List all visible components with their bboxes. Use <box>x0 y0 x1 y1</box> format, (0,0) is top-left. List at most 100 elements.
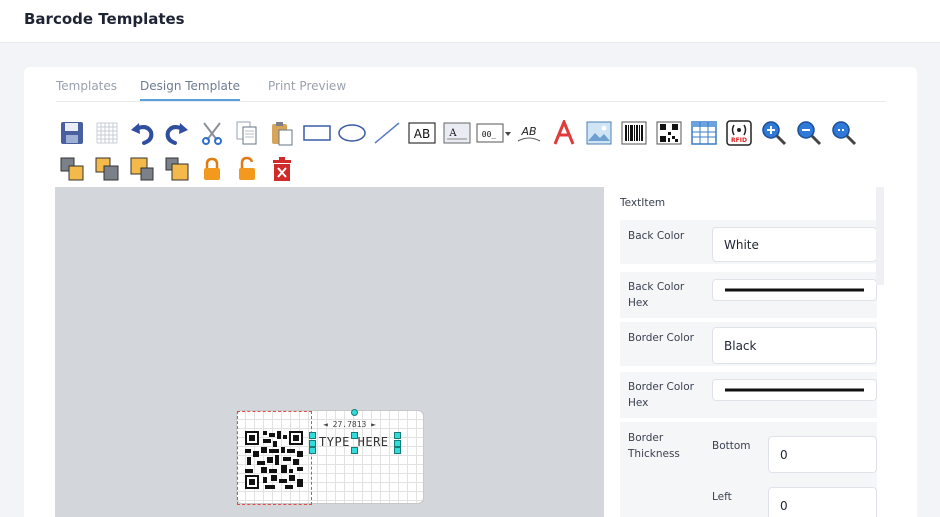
send-to-back-button[interactable] <box>93 155 121 183</box>
copy-button[interactable] <box>233 119 261 147</box>
rfid-tool-button[interactable]: RFID <box>725 119 753 147</box>
delete-icon <box>273 157 291 181</box>
cut-icon <box>202 122 222 145</box>
qrcode-item[interactable] <box>245 431 303 489</box>
bring-forward-icon <box>130 157 154 181</box>
bottom-label: Bottom <box>712 440 751 452</box>
border-color-field[interactable]: Black <box>712 327 877 364</box>
font-tool-button[interactable] <box>550 119 578 147</box>
resize-handle[interactable] <box>394 440 401 447</box>
bring-front-icon <box>60 157 84 181</box>
rotate-handle[interactable] <box>351 409 358 416</box>
resize-handle[interactable] <box>309 440 316 447</box>
zoom-out-icon <box>797 121 822 146</box>
paste-icon <box>272 122 293 146</box>
label-sheet[interactable]: ◄ 27.7813 ► TYPE HERE <box>236 409 424 505</box>
image-icon <box>586 121 612 145</box>
zoom-fit-button[interactable] <box>830 119 858 147</box>
qrcode-tool-button[interactable] <box>655 119 683 147</box>
svg-text:A: A <box>448 128 457 139</box>
curved-text-icon: AB <box>517 125 541 142</box>
line-icon <box>374 122 400 144</box>
border-left-field[interactable]: 0 <box>768 487 877 517</box>
lock-button[interactable] <box>198 155 226 183</box>
back-color-field[interactable]: White <box>712 227 877 262</box>
paste-button[interactable] <box>268 119 296 147</box>
tab-print-preview[interactable]: Print Preview <box>268 79 346 99</box>
border-thickness-label: Border Thickness <box>628 432 680 460</box>
tab-bar: Templates Design Template Print Preview <box>56 77 886 102</box>
back-color-hex-field[interactable] <box>712 279 877 301</box>
tab-templates[interactable]: Templates <box>56 79 117 99</box>
qrcode-icon <box>656 121 682 145</box>
border-color-hex-field[interactable] <box>712 379 877 401</box>
zoom-out-button[interactable] <box>795 119 823 147</box>
undo-icon <box>131 123 154 145</box>
text-box-tool-button[interactable]: AB <box>408 119 436 147</box>
redo-button[interactable] <box>163 119 191 147</box>
properties-scrollbar[interactable] <box>876 187 884 285</box>
resize-handle[interactable] <box>309 447 316 454</box>
cut-button[interactable] <box>198 119 226 147</box>
bring-to-front-button[interactable] <box>58 155 86 183</box>
tab-design-template[interactable]: Design Template <box>140 79 241 101</box>
unlock-icon <box>239 156 255 180</box>
back-color-hex-label: Back Color Hex <box>628 281 685 309</box>
resize-handle[interactable] <box>351 447 358 454</box>
rectangle-tool-button[interactable] <box>303 119 331 147</box>
properties-section-title: TextItem <box>620 197 666 209</box>
back-color-label: Back Color <box>628 230 685 242</box>
prop-border-color-row: Border Color Black <box>620 322 877 366</box>
border-color-label: Border Color <box>628 332 694 344</box>
table-icon <box>691 121 717 145</box>
barcode-tool-button[interactable] <box>620 119 648 147</box>
design-canvas[interactable]: ◄ 27.7813 ► TYPE HERE <box>55 187 604 517</box>
prop-back-color-hex-row: Back Color Hex <box>620 272 877 318</box>
counter-icon: 00_ <box>476 123 511 143</box>
save-icon <box>61 122 83 144</box>
rfid-icon: RFID <box>726 120 752 146</box>
counter-tool-button[interactable]: 00_ <box>476 119 512 147</box>
prop-border-color-hex-row: Border Color Hex <box>620 372 877 418</box>
resize-handle[interactable] <box>394 432 401 439</box>
prop-border-thickness-row: Border Thickness Bottom 0 Left 0 <box>620 422 877 517</box>
border-bottom-field[interactable]: 0 <box>768 436 877 473</box>
resize-handle[interactable] <box>394 447 401 454</box>
resize-handle[interactable] <box>351 432 358 439</box>
ellipse-tool-button[interactable] <box>338 119 366 147</box>
svg-text:AB: AB <box>520 125 536 138</box>
text-field-tool-button[interactable]: A <box>443 119 471 147</box>
left-label: Left <box>712 491 732 503</box>
copy-icon <box>236 121 257 145</box>
prop-back-color-row: Back Color White <box>620 220 877 264</box>
send-back-icon <box>95 157 119 181</box>
svg-text:00_: 00_ <box>482 130 497 139</box>
font-icon <box>553 120 575 145</box>
ellipse-icon <box>338 124 366 142</box>
page-title: Barcode Templates <box>24 10 185 28</box>
design-toolbar: AB A 00_ AB RFID <box>58 119 878 189</box>
rectangle-icon <box>303 125 331 141</box>
zoom-in-button[interactable] <box>760 119 788 147</box>
save-button[interactable] <box>58 119 86 147</box>
barcode-icon <box>621 121 647 145</box>
delete-button[interactable] <box>268 155 296 183</box>
svg-text:RFID: RFID <box>731 137 747 144</box>
resize-handle[interactable] <box>309 432 316 439</box>
send-backward-button[interactable] <box>163 155 191 183</box>
top-bar: Barcode Templates <box>0 0 940 43</box>
image-tool-button[interactable] <box>585 119 613 147</box>
bring-forward-button[interactable] <box>128 155 156 183</box>
unlock-button[interactable] <box>233 155 261 183</box>
zoom-in-icon <box>762 121 787 146</box>
line-tool-button[interactable] <box>373 119 401 147</box>
curved-text-tool-button[interactable]: AB <box>515 119 543 147</box>
table-tool-button[interactable] <box>690 119 718 147</box>
grid-icon <box>96 122 118 144</box>
lock-icon <box>204 157 220 180</box>
grid-toggle-button[interactable] <box>93 119 121 147</box>
undo-button[interactable] <box>128 119 156 147</box>
border-color-hex-label: Border Color Hex <box>628 381 694 409</box>
dimension-readout: ◄ 27.7813 ► <box>323 420 376 429</box>
zoom-fit-icon <box>832 121 857 146</box>
